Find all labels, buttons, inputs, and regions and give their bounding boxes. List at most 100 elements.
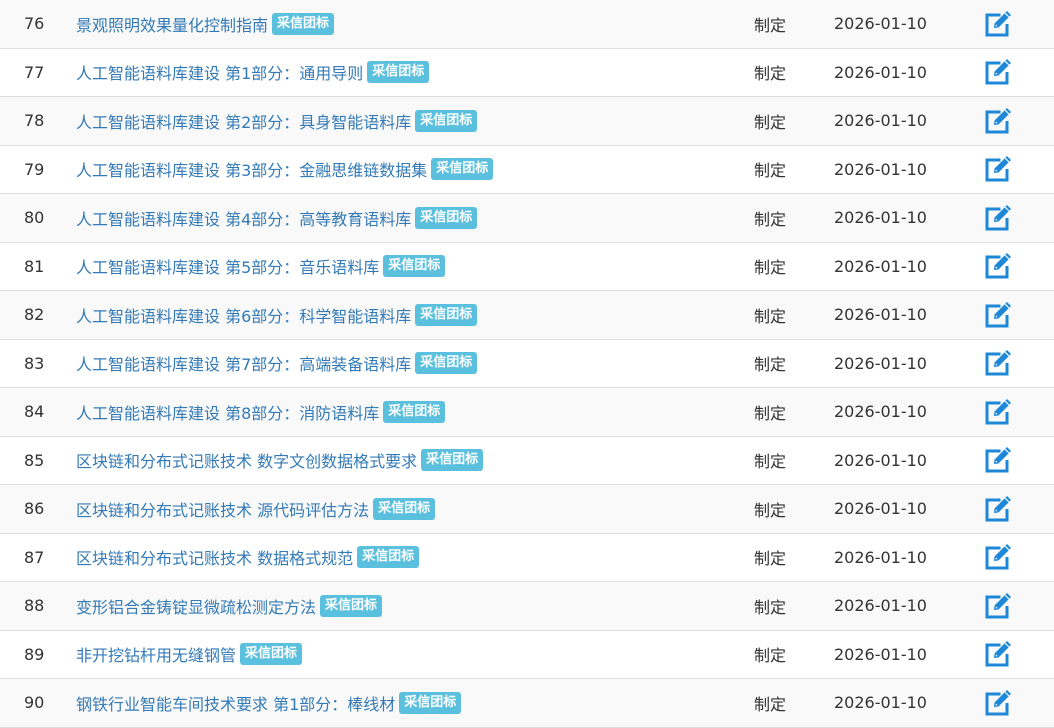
table-row: 81 人工智能语料库建设 第5部分：音乐语料库 采信团标 制定 2026-01-…: [0, 242, 1054, 291]
edit-icon[interactable]: [983, 154, 1013, 184]
table-row: 90 钢铁行业智能车间技术要求 第1部分：棒线材 采信团标 制定 2026-01…: [0, 679, 1054, 728]
date-text: 2026-01-10: [834, 450, 927, 470]
edit-icon[interactable]: [983, 106, 1013, 136]
row-number: 79: [24, 159, 45, 179]
edit-icon[interactable]: [983, 397, 1013, 427]
edit-icon[interactable]: [983, 203, 1013, 233]
date-text: 2026-01-10: [834, 353, 927, 373]
date-text: 2026-01-10: [834, 305, 927, 325]
title-cell: 钢铁行业智能车间技术要求 第1部分：棒线材 采信团标: [76, 679, 716, 727]
standard-title-link[interactable]: 景观照明效果量化控制指南: [76, 12, 268, 36]
action-cell: [980, 146, 1016, 194]
action-cell: [980, 679, 1016, 727]
edit-icon[interactable]: [983, 9, 1013, 39]
table-row: 76 景观照明效果量化控制指南 采信团标 制定 2026-01-10: [0, 0, 1054, 49]
standard-title-link[interactable]: 人工智能语料库建设 第2部分：具身智能语料库: [76, 109, 411, 133]
edit-icon[interactable]: [983, 688, 1013, 718]
action-cell: [980, 243, 1016, 291]
standard-title-link[interactable]: 人工智能语料库建设 第7部分：高端装备语料库: [76, 351, 411, 375]
edit-icon[interactable]: [983, 445, 1013, 475]
status-badge: 采信团标: [415, 303, 478, 326]
standard-title-link[interactable]: 人工智能语料库建设 第5部分：音乐语料库: [76, 254, 379, 278]
standard-title-link[interactable]: 变形铝合金铸锭显微疏松测定方法: [76, 594, 316, 618]
status-text: 制定: [754, 258, 787, 278]
status-badge: 采信团标: [357, 546, 420, 569]
title-cell: 人工智能语料库建设 第5部分：音乐语料库 采信团标: [76, 243, 716, 291]
table-row: 85 区块链和分布式记账技术 数字文创数据格式要求 采信团标 制定 2026-0…: [0, 436, 1054, 485]
title-cell: 人工智能语料库建设 第7部分：高端装备语料库 采信团标: [76, 340, 716, 388]
action-cell: [980, 49, 1016, 97]
date-text: 2026-01-10: [834, 159, 927, 179]
status-badge: 采信团标: [373, 497, 436, 520]
table-row: 89 非开挖钻杆用无缝钢管 采信团标 制定 2026-01-10: [0, 630, 1054, 679]
title-cell: 景观照明效果量化控制指南 采信团标: [76, 0, 716, 48]
title-cell: 变形铝合金铸锭显微疏松测定方法 采信团标: [76, 582, 716, 630]
edit-icon[interactable]: [983, 639, 1013, 669]
status-badge: 采信团标: [431, 158, 494, 181]
table-row: 84 人工智能语料库建设 第8部分：消防语料库 采信团标 制定 2026-01-…: [0, 388, 1054, 437]
row-number: 84: [24, 402, 45, 422]
status-text: 制定: [754, 452, 787, 472]
action-cell: [980, 291, 1016, 339]
row-number: 86: [24, 499, 45, 519]
date-text: 2026-01-10: [834, 256, 927, 276]
standard-title-link[interactable]: 区块链和分布式记账技术 数字文创数据格式要求: [76, 448, 417, 472]
date-text: 2026-01-10: [834, 547, 927, 567]
standard-title-link[interactable]: 非开挖钻杆用无缝钢管: [76, 642, 236, 666]
status-badge: 采信团标: [272, 12, 335, 35]
row-number: 88: [24, 596, 45, 616]
status-text: 制定: [754, 355, 787, 375]
standard-title-link[interactable]: 人工智能语料库建设 第3部分：金融思维链数据集: [76, 157, 427, 181]
standard-title-link[interactable]: 区块链和分布式记账技术 源代码评估方法: [76, 497, 369, 521]
edit-icon[interactable]: [983, 300, 1013, 330]
standard-title-link[interactable]: 人工智能语料库建设 第8部分：消防语料库: [76, 400, 379, 424]
table-row: 82 人工智能语料库建设 第6部分：科学智能语料库 采信团标 制定 2026-0…: [0, 291, 1054, 340]
status-text: 制定: [754, 64, 787, 84]
standard-title-link[interactable]: 人工智能语料库建设 第4部分：高等教育语料库: [76, 206, 411, 230]
status-badge: 采信团标: [415, 352, 478, 375]
standard-title-link[interactable]: 人工智能语料库建设 第1部分：通用导则: [76, 60, 363, 84]
standards-table: 76 景观照明效果量化控制指南 采信团标 制定 2026-01-10 77 人工…: [0, 0, 1054, 728]
edit-icon[interactable]: [983, 542, 1013, 572]
status-badge: 采信团标: [421, 449, 484, 472]
status-text: 制定: [754, 646, 787, 666]
row-number: 76: [24, 14, 45, 34]
action-cell: [980, 97, 1016, 145]
row-number: 87: [24, 547, 45, 567]
row-number: 83: [24, 353, 45, 373]
standard-title-link[interactable]: 人工智能语料库建设 第6部分：科学智能语料库: [76, 303, 411, 327]
table-row: 86 区块链和分布式记账技术 源代码评估方法 采信团标 制定 2026-01-1…: [0, 485, 1054, 534]
status-text: 制定: [754, 112, 787, 132]
edit-icon[interactable]: [983, 57, 1013, 87]
table-row: 79 人工智能语料库建设 第3部分：金融思维链数据集 采信团标 制定 2026-…: [0, 145, 1054, 194]
action-cell: [980, 582, 1016, 630]
status-text: 制定: [754, 597, 787, 617]
standard-title-link[interactable]: 区块链和分布式记账技术 数据格式规范: [76, 545, 353, 569]
status-text: 制定: [754, 500, 787, 520]
standard-title-link[interactable]: 钢铁行业智能车间技术要求 第1部分：棒线材: [76, 691, 395, 715]
action-cell: [980, 631, 1016, 679]
action-cell: [980, 485, 1016, 533]
status-text: 制定: [754, 549, 787, 569]
row-number: 90: [24, 693, 45, 713]
date-text: 2026-01-10: [834, 111, 927, 131]
title-cell: 人工智能语料库建设 第6部分：科学智能语料库 采信团标: [76, 291, 716, 339]
edit-icon[interactable]: [983, 348, 1013, 378]
status-text: 制定: [754, 306, 787, 326]
edit-icon[interactable]: [983, 591, 1013, 621]
action-cell: [980, 437, 1016, 485]
table-row: 78 人工智能语料库建设 第2部分：具身智能语料库 采信团标 制定 2026-0…: [0, 97, 1054, 146]
edit-icon[interactable]: [983, 251, 1013, 281]
status-text: 制定: [754, 209, 787, 229]
action-cell: [980, 194, 1016, 242]
row-number: 77: [24, 62, 45, 82]
table-row: 87 区块链和分布式记账技术 数据格式规范 采信团标 制定 2026-01-10: [0, 533, 1054, 582]
status-badge: 采信团标: [383, 400, 446, 423]
edit-icon[interactable]: [983, 494, 1013, 524]
status-badge: 采信团标: [240, 643, 303, 666]
date-text: 2026-01-10: [834, 693, 927, 713]
date-text: 2026-01-10: [834, 499, 927, 519]
title-cell: 人工智能语料库建设 第1部分：通用导则 采信团标: [76, 49, 716, 97]
table-row: 77 人工智能语料库建设 第1部分：通用导则 采信团标 制定 2026-01-1…: [0, 48, 1054, 97]
table-row: 83 人工智能语料库建设 第7部分：高端装备语料库 采信团标 制定 2026-0…: [0, 339, 1054, 388]
